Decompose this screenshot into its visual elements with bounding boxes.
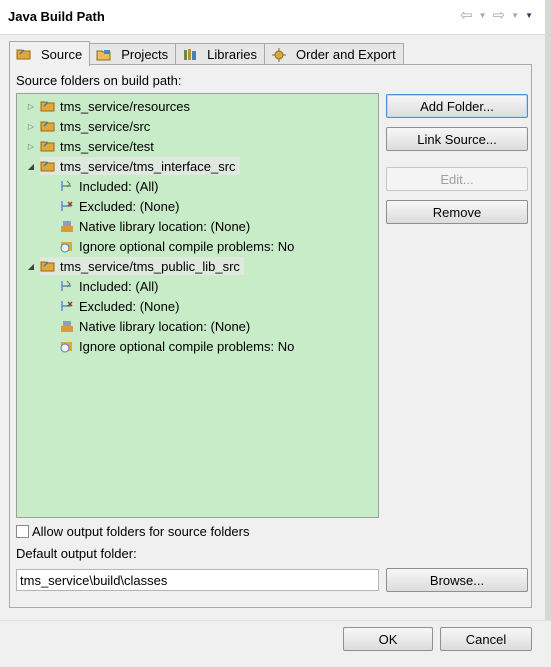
tab-order-export[interactable]: Order and Export <box>264 43 404 65</box>
tree-item-label: Excluded: (None) <box>79 198 180 214</box>
tab-projects[interactable]: Projects <box>89 43 177 65</box>
tree-row[interactable]: Native library location: (None) <box>59 316 250 336</box>
back-arrow-icon[interactable]: ⇦ <box>460 8 473 23</box>
window-edge <box>545 0 551 620</box>
tree-row[interactable]: ▷ tms_service/src <box>26 116 150 136</box>
expand-arrow-icon[interactable]: ▷ <box>26 102 36 111</box>
tab-libraries-label: Libraries <box>207 47 258 62</box>
forward-dropdown-icon[interactable]: ▼ <box>511 11 519 21</box>
allow-output-folders-label: Allow output folders for source folders <box>32 524 250 539</box>
source-folder-icon <box>16 49 31 60</box>
excluded-icon <box>61 201 73 211</box>
collapse-arrow-icon[interactable]: ◢ <box>26 162 36 171</box>
forward-arrow-icon[interactable]: ⇨ <box>493 8 506 23</box>
source-folder-tree[interactable]: ▷ tms_service/resources ▷ tms_service/sr… <box>16 93 379 518</box>
tree-row[interactable]: ▷ tms_service/resources <box>26 96 190 116</box>
tab-bar: Source Projects Libraries Order and Expo… <box>9 41 404 66</box>
native-library-icon <box>61 321 73 332</box>
dialog-title: Java Build Path <box>8 9 105 24</box>
source-folder-icon <box>40 101 55 112</box>
selected-tree-item[interactable]: tms_service/tms_interface_src <box>40 157 240 175</box>
source-folder-icon <box>40 161 55 172</box>
tab-source[interactable]: Source <box>9 41 91 66</box>
ignore-problems-icon <box>60 242 72 253</box>
dialog-footer: OK Cancel <box>0 620 551 667</box>
view-menu-icon[interactable]: ▼ <box>525 11 533 21</box>
edit-button[interactable]: Edit... <box>386 167 528 191</box>
source-folders-label: Source folders on build path: <box>16 73 182 88</box>
ok-button[interactable]: OK <box>343 627 433 651</box>
order-export-icon <box>272 47 287 62</box>
excluded-icon <box>61 301 73 311</box>
ignore-problems-icon <box>60 342 72 353</box>
cancel-button[interactable]: Cancel <box>440 627 532 651</box>
tree-item-label: tms_service/tms_interface_src <box>60 158 236 174</box>
tree-row[interactable]: ▷ tms_service/test <box>26 136 154 156</box>
selected-tree-item[interactable]: tms_service/tms_public_lib_src <box>40 257 244 275</box>
tab-projects-label: Projects <box>121 47 169 62</box>
tree-item-label: tms_service/test <box>60 138 154 154</box>
tree-row[interactable]: Ignore optional compile problems: No <box>59 336 294 356</box>
expand-arrow-icon[interactable]: ▷ <box>26 142 36 151</box>
navigation-controls: ⇦ ▼ ⇨ ▼ ▼ <box>460 8 533 23</box>
link-source-button[interactable]: Link Source... <box>386 127 528 151</box>
tree-item-label: Ignore optional compile problems: No <box>79 238 295 254</box>
tree-row[interactable]: Native library location: (None) <box>59 216 250 236</box>
tree-item-label: tms_service/tms_public_lib_src <box>60 258 240 274</box>
tree-row[interactable]: Included: (All) <box>59 176 158 196</box>
tree-item-label: Native library location: (None) <box>79 218 251 234</box>
allow-output-folders-checkbox[interactable] <box>16 525 29 538</box>
tab-order-export-label: Order and Export <box>296 47 396 62</box>
collapse-arrow-icon[interactable]: ◢ <box>26 262 36 271</box>
included-icon <box>61 280 71 291</box>
tree-item-label: Native library location: (None) <box>79 318 251 334</box>
tree-item-label: tms_service/src <box>60 118 151 134</box>
tree-item-label: tms_service/resources <box>60 98 191 114</box>
tree-item-label: Included: (All) <box>79 178 159 194</box>
native-library-icon <box>61 221 73 232</box>
browse-button[interactable]: Browse... <box>386 568 528 592</box>
source-folder-icon <box>40 141 55 152</box>
tree-row[interactable]: Excluded: (None) <box>59 196 179 216</box>
dialog-header: Java Build Path ⇦ ▼ ⇨ ▼ ▼ <box>0 0 551 35</box>
tree-item-label: Excluded: (None) <box>79 298 180 314</box>
tab-source-label: Source <box>41 46 83 62</box>
included-icon <box>61 180 71 191</box>
tree-row[interactable]: ◢ tms_service/tms_interface_src <box>26 156 240 176</box>
expand-arrow-icon[interactable]: ▷ <box>26 122 36 131</box>
default-output-folder-label: Default output folder: <box>16 546 137 561</box>
tree-item-label: Ignore optional compile problems: No <box>79 338 295 354</box>
libraries-icon <box>184 48 197 60</box>
tree-row[interactable]: Included: (All) <box>59 276 158 296</box>
remove-button[interactable]: Remove <box>386 200 528 224</box>
source-folder-icon <box>40 261 55 272</box>
tree-row[interactable]: Excluded: (None) <box>59 296 179 316</box>
tree-row[interactable]: ◢ tms_service/tms_public_lib_src <box>26 256 244 276</box>
tab-libraries[interactable]: Libraries <box>175 43 266 65</box>
add-folder-button[interactable]: Add Folder... <box>386 94 528 118</box>
projects-icon <box>96 49 111 60</box>
default-output-folder-field[interactable]: tms_service\build\classes <box>16 569 379 591</box>
tree-row[interactable]: Ignore optional compile problems: No <box>59 236 294 256</box>
source-folder-icon <box>40 121 55 132</box>
tree-item-label: Included: (All) <box>79 278 159 294</box>
back-dropdown-icon[interactable]: ▼ <box>479 11 487 21</box>
